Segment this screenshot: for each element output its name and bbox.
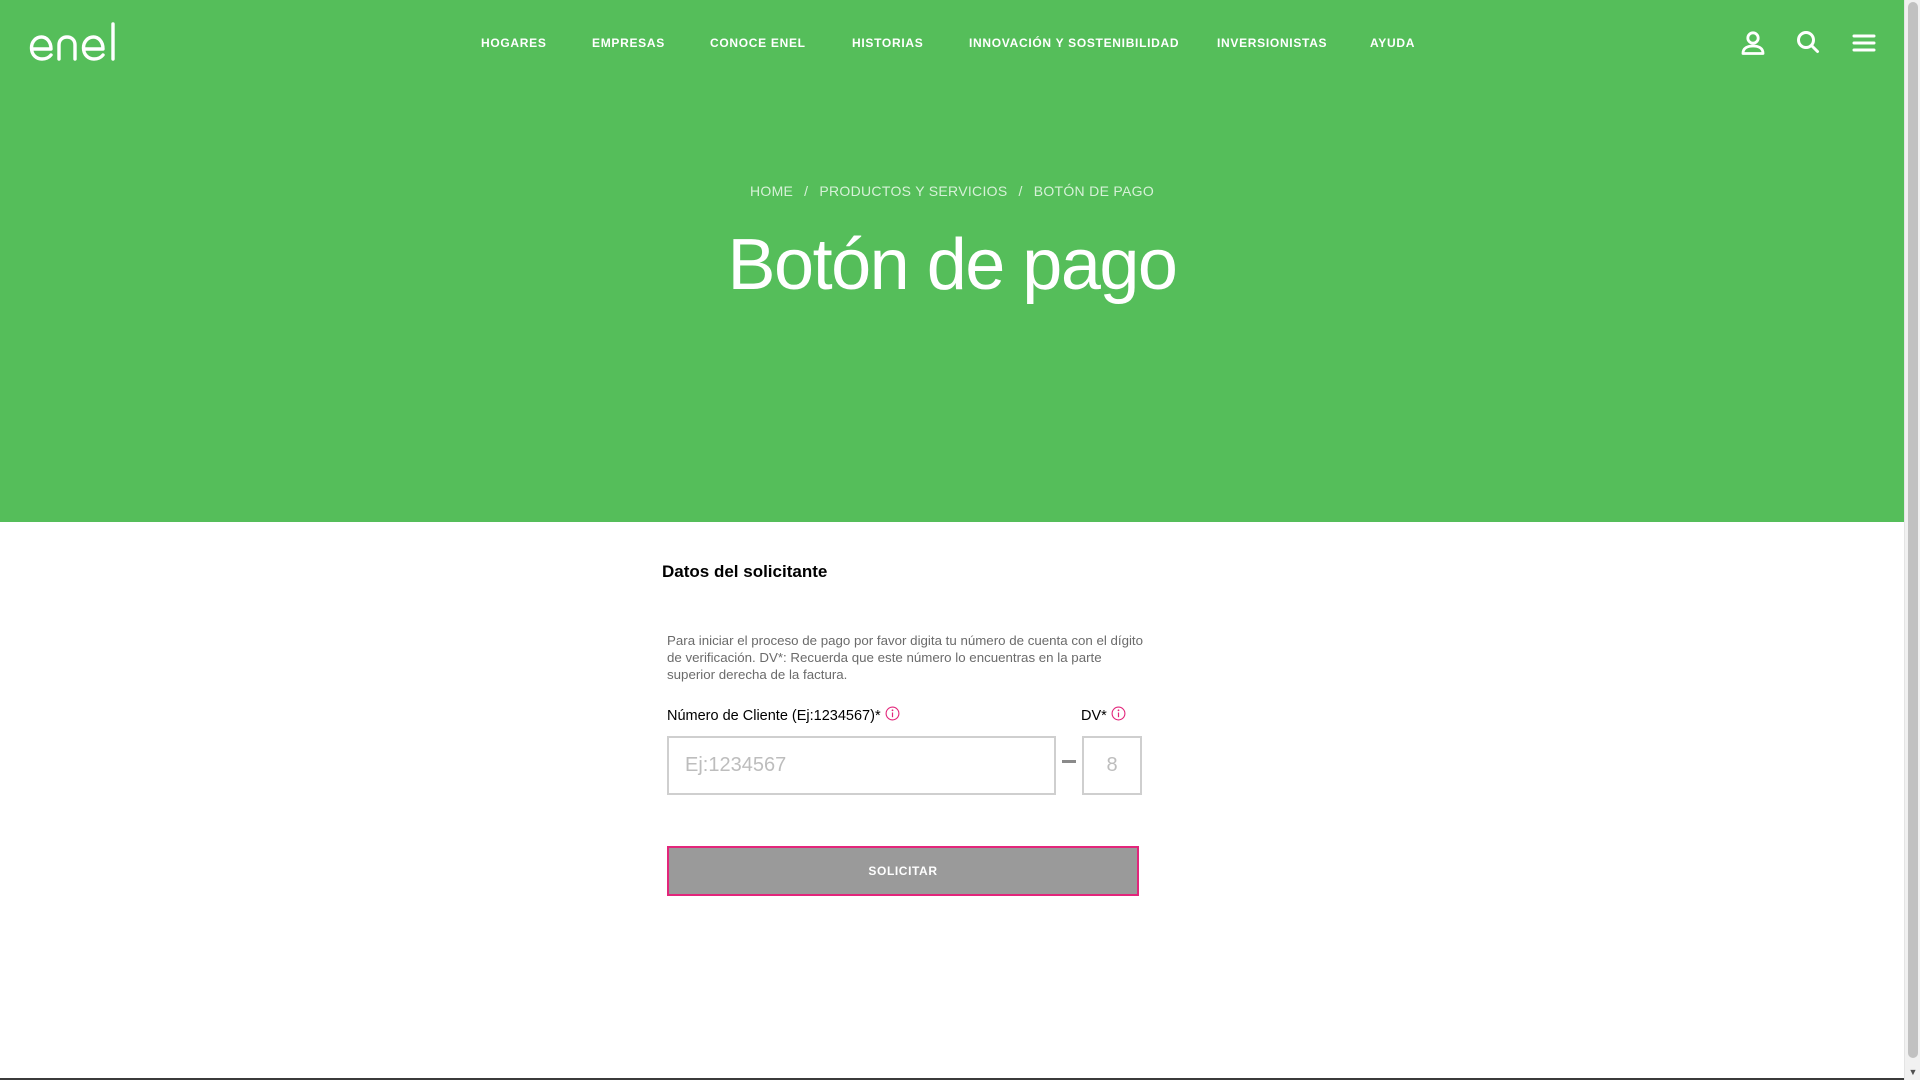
hero-banner: HOGARES EMPRESAS CONOCE ENEL HISTORIAS I… [0,0,1904,522]
nav-item-ayuda[interactable]: AYUDA [1370,36,1415,50]
scrollbar[interactable]: ▲ ▼ [1904,0,1920,1080]
breadcrumb-separator: / [1018,183,1023,199]
main-nav: HOGARES EMPRESAS CONOCE ENEL HISTORIAS I… [0,36,1904,54]
client-number-label-text: Número de Cliente (Ej:1234567)* [667,708,881,724]
search-icon[interactable] [1791,26,1825,60]
breadcrumb-separator: / [804,183,809,199]
nav-item-innovacion-sostenibilidad[interactable]: INNOVACIÓN Y SOSTENIBILIDAD [969,36,1179,50]
section-title: Datos del solicitante [662,562,828,581]
info-icon[interactable] [885,706,900,721]
nav-item-empresas[interactable]: EMPRESAS [592,36,665,50]
breadcrumb-current: BOTÓN DE PAGO [1033,183,1155,199]
page-title: Botón de pago [727,225,1178,305]
breadcrumb: HOME / PRODUCTOS Y SERVICIOS / BOTÓN DE PAGO [0,183,1904,199]
page: HOGARES EMPRESAS CONOCE ENEL HISTORIAS I… [0,0,1904,1080]
menu-icon[interactable] [1847,26,1881,60]
nav-item-inversionistas[interactable]: INVERSIONISTAS [1217,36,1327,50]
nav-item-conoce-enel[interactable]: CONOCE ENEL [710,36,806,50]
client-number-label: Número de Cliente (Ej:1234567)* [667,706,900,724]
scrollbar-thumb[interactable] [1908,2,1918,1058]
intro-text: Para iniciar el proceso de pago por favo… [667,633,1144,682]
nav-item-historias[interactable]: HISTORIAS [852,36,923,50]
info-icon[interactable] [1111,706,1126,721]
dv-label: DV* [1081,706,1126,724]
breadcrumb-home[interactable]: HOME [750,183,793,199]
nav-item-hogares[interactable]: HOGARES [481,36,547,50]
breadcrumb-productos-servicios[interactable]: PRODUCTOS Y SERVICIOS [819,183,1007,199]
client-number-input[interactable] [667,736,1056,795]
solicitar-button[interactable]: SOLICITAR [667,846,1139,896]
dash-separator [1062,760,1076,763]
scroll-down-icon[interactable]: ▼ [1905,1064,1920,1080]
dv-label-text: DV* [1081,708,1107,724]
user-icon[interactable] [1736,26,1770,60]
dv-input[interactable] [1082,736,1142,795]
